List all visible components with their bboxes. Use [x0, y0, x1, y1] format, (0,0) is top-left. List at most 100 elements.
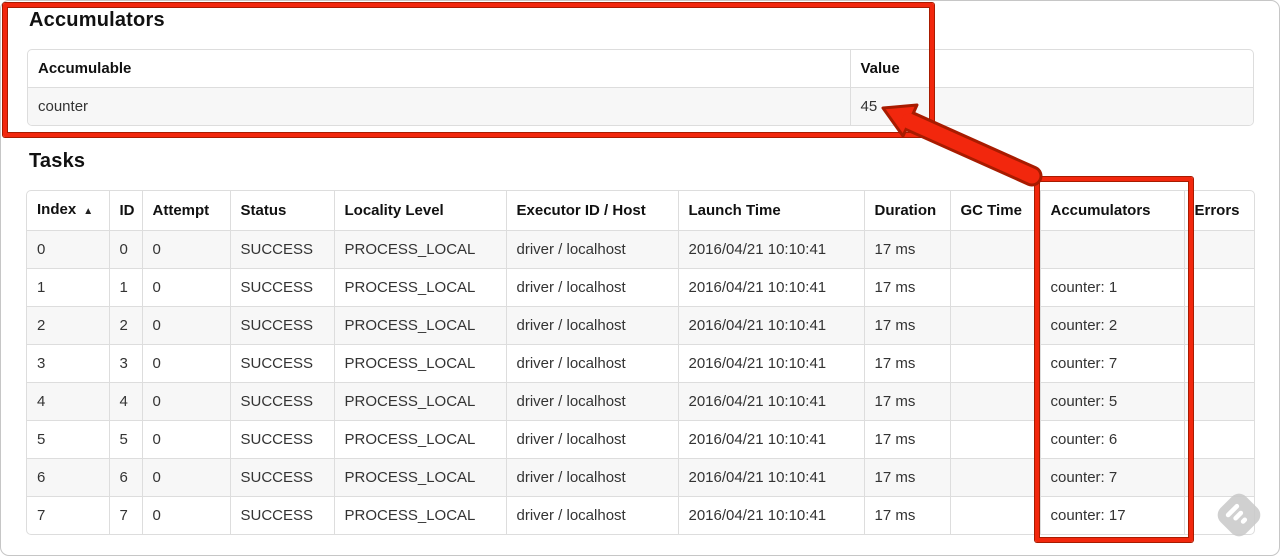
cell-attempt: 0	[141, 306, 230, 345]
tasks-table: Index ▲ ID Attempt Status Locality Level …	[26, 190, 1255, 535]
cell-locality-level: PROCESS_LOCAL	[333, 382, 506, 421]
cell-accumulators: counter: 7	[1039, 344, 1184, 383]
cell-gc-time	[949, 382, 1040, 421]
cell-duration: 17 ms	[863, 268, 950, 307]
cell-id: 3	[108, 344, 142, 383]
cell-gc-time	[949, 496, 1040, 534]
accumulable-column-header: Accumulable	[38, 60, 132, 77]
cell-status: SUCCESS	[229, 306, 334, 345]
task-row: 3 3 0 SUCCESS PROCESS_LOCAL driver / loc…	[27, 344, 1254, 383]
header-launch-time[interactable]: Launch Time	[677, 191, 864, 231]
task-row: 2 2 0 SUCCESS PROCESS_LOCAL driver / loc…	[27, 306, 1254, 345]
cell-locality-level: PROCESS_LOCAL	[333, 496, 506, 534]
cell-errors	[1183, 420, 1254, 459]
cell-executor: driver / localhost	[505, 344, 678, 383]
cell-id: 7	[108, 496, 142, 534]
cell-accumulators: counter: 2	[1039, 306, 1184, 345]
cell-status: SUCCESS	[229, 382, 334, 421]
cell-launch-time: 2016/04/21 10:10:41	[677, 458, 864, 497]
cell-duration: 17 ms	[863, 344, 950, 383]
cell-duration: 17 ms	[863, 458, 950, 497]
cell-index: 3	[27, 344, 109, 383]
cell-launch-time: 2016/04/21 10:10:41	[677, 496, 864, 534]
cell-accumulators: counter: 1	[1039, 268, 1184, 307]
cell-id: 0	[108, 230, 142, 269]
cell-gc-time	[949, 344, 1040, 383]
cell-executor: driver / localhost	[505, 382, 678, 421]
accumulable-name-cell: counter	[28, 87, 850, 125]
cell-attempt: 0	[141, 230, 230, 269]
cell-locality-level: PROCESS_LOCAL	[333, 306, 506, 345]
cell-executor: driver / localhost	[505, 230, 678, 269]
cell-attempt: 0	[141, 268, 230, 307]
cell-attempt: 0	[141, 344, 230, 383]
cell-status: SUCCESS	[229, 344, 334, 383]
cell-locality-level: PROCESS_LOCAL	[333, 268, 506, 307]
cell-launch-time: 2016/04/21 10:10:41	[677, 382, 864, 421]
cell-executor: driver / localhost	[505, 268, 678, 307]
cell-duration: 17 ms	[863, 496, 950, 534]
task-row: 1 1 0 SUCCESS PROCESS_LOCAL driver / loc…	[27, 268, 1254, 307]
cell-index: 1	[27, 268, 109, 307]
cell-errors	[1183, 344, 1254, 383]
cell-id: 2	[108, 306, 142, 345]
header-status[interactable]: Status	[229, 191, 334, 231]
header-duration[interactable]: Duration	[863, 191, 950, 231]
value-column-header: Value	[849, 50, 1253, 88]
task-row: 7 7 0 SUCCESS PROCESS_LOCAL driver / loc…	[27, 496, 1254, 534]
tasks-section-heading: Tasks	[29, 150, 86, 172]
header-gc-time[interactable]: GC Time	[949, 191, 1040, 231]
cell-launch-time: 2016/04/21 10:10:41	[677, 420, 864, 459]
sort-ascending-icon: ▲	[83, 206, 94, 217]
header-errors[interactable]: Errors	[1183, 191, 1254, 231]
header-locality-level[interactable]: Locality Level	[333, 191, 506, 231]
cell-accumulators: counter: 6	[1039, 420, 1184, 459]
cell-index: 2	[27, 306, 109, 345]
accumulable-value-cell: 45	[849, 87, 1253, 125]
cell-duration: 17 ms	[863, 306, 950, 345]
cell-accumulators	[1039, 230, 1184, 269]
cell-launch-time: 2016/04/21 10:10:41	[677, 306, 864, 345]
cell-attempt: 0	[141, 420, 230, 459]
accumulators-header-row: Accumulable Value	[28, 50, 1253, 88]
cell-status: SUCCESS	[229, 420, 334, 459]
header-id[interactable]: ID	[108, 191, 142, 231]
cell-attempt: 0	[141, 382, 230, 421]
cell-accumulators: counter: 17	[1039, 496, 1184, 534]
cell-id: 5	[108, 420, 142, 459]
accumulator-row: counter 45	[28, 87, 1253, 125]
task-row: 4 4 0 SUCCESS PROCESS_LOCAL driver / loc…	[27, 382, 1254, 421]
task-row: 5 5 0 SUCCESS PROCESS_LOCAL driver / loc…	[27, 420, 1254, 459]
accumulators-section-heading: Accumulators	[29, 9, 165, 31]
cell-errors	[1183, 230, 1254, 269]
accumulators-table: Accumulable Value counter 45	[27, 49, 1254, 126]
cell-gc-time	[949, 230, 1040, 269]
header-index-label: Index	[37, 201, 77, 218]
cell-index: 7	[27, 496, 109, 534]
cell-status: SUCCESS	[229, 268, 334, 307]
header-executor-id-host[interactable]: Executor ID / Host	[505, 191, 678, 231]
cell-launch-time: 2016/04/21 10:10:41	[677, 344, 864, 383]
cell-gc-time	[949, 268, 1040, 307]
task-row: 0 0 0 SUCCESS PROCESS_LOCAL driver / loc…	[27, 230, 1254, 269]
cell-locality-level: PROCESS_LOCAL	[333, 420, 506, 459]
cell-errors	[1183, 496, 1254, 534]
header-index[interactable]: Index ▲	[27, 191, 109, 231]
cell-duration: 17 ms	[863, 230, 950, 269]
header-accumulators[interactable]: Accumulators	[1039, 191, 1184, 231]
cell-launch-time: 2016/04/21 10:10:41	[677, 230, 864, 269]
cell-status: SUCCESS	[229, 496, 334, 534]
cell-launch-time: 2016/04/21 10:10:41	[677, 268, 864, 307]
cell-index: 0	[27, 230, 109, 269]
spark-ui-page: Accumulators Accumulable Value counter 4…	[0, 0, 1280, 556]
cell-index: 6	[27, 458, 109, 497]
cell-attempt: 0	[141, 496, 230, 534]
header-attempt[interactable]: Attempt	[141, 191, 230, 231]
cell-gc-time	[949, 458, 1040, 497]
cell-gc-time	[949, 306, 1040, 345]
cell-errors	[1183, 382, 1254, 421]
cell-errors	[1183, 458, 1254, 497]
cell-errors	[1183, 306, 1254, 345]
cell-accumulators: counter: 7	[1039, 458, 1184, 497]
cell-status: SUCCESS	[229, 458, 334, 497]
